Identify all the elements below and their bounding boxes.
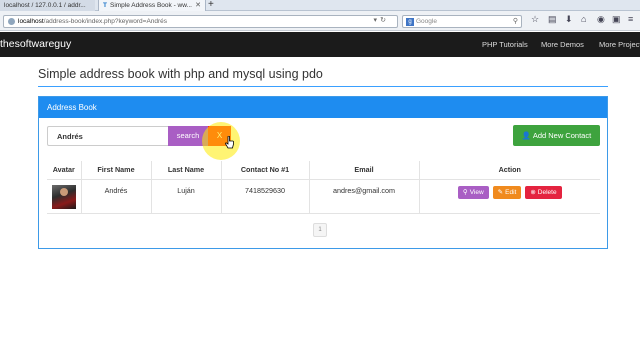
view-button[interactable]: ⚲ View bbox=[457, 185, 489, 199]
url-host: localhost bbox=[18, 18, 44, 25]
star-icon[interactable]: ☆ bbox=[531, 14, 539, 25]
reload-icon[interactable]: ↻ bbox=[380, 16, 386, 24]
panel-heading: Address Book bbox=[39, 97, 607, 118]
contact-cell: 7418529630 bbox=[220, 179, 309, 214]
cursor-highlight bbox=[202, 122, 240, 160]
search-input[interactable] bbox=[47, 126, 169, 146]
new-tab-icon[interactable]: + bbox=[208, 0, 214, 10]
last-name-cell: Luján bbox=[150, 179, 221, 214]
browser-tab-bar: localhost / 127.0.0.1 / addr... T Simple… bbox=[0, 0, 640, 11]
email-cell: andres@gmail.com bbox=[308, 179, 419, 214]
column-header-avatar: Avatar bbox=[47, 161, 81, 180]
nav-php-tutorials[interactable]: PHP Tutorials bbox=[482, 40, 528, 49]
close-tab-icon[interactable]: ✕ bbox=[195, 1, 201, 9]
search-engine-bar[interactable]: g Google ⚲ bbox=[402, 15, 522, 28]
download-icon[interactable]: ⬇ bbox=[565, 14, 573, 25]
avatar-cell bbox=[47, 179, 81, 214]
search-icon[interactable]: ⚲ bbox=[513, 17, 518, 25]
delete-label: Delete bbox=[537, 188, 557, 196]
google-icon: g bbox=[406, 17, 414, 26]
delete-button[interactable]: ⊗ Delete bbox=[525, 185, 562, 199]
column-header-contact: Contact No #1 bbox=[220, 161, 309, 180]
edit-button[interactable]: ✎ Edit bbox=[492, 185, 522, 199]
address-book-panel: Address Book search X 👤 Add New Contact … bbox=[38, 96, 608, 249]
view-label: View bbox=[469, 188, 484, 196]
addon-icon[interactable]: ◉ bbox=[597, 14, 605, 25]
browser-tab-address-book[interactable]: T Simple Address Book - ww... ✕ bbox=[98, 0, 206, 11]
search-icon: ⚲ bbox=[462, 188, 468, 196]
add-contact-label: Add New Contact bbox=[532, 131, 592, 140]
column-header-first-name: First Name bbox=[80, 161, 151, 180]
avatar bbox=[51, 184, 76, 209]
menu-icon[interactable]: ≡ bbox=[628, 14, 633, 24]
column-header-email: Email bbox=[308, 161, 419, 180]
nav-more-projects[interactable]: More Projects bbox=[599, 40, 640, 49]
user-icon: 👤 bbox=[521, 131, 532, 140]
url-bar[interactable]: localhost/address-book/index.php?keyword… bbox=[3, 15, 398, 28]
action-cell: ⚲ View ✎ Edit ⊗ Delete bbox=[418, 179, 600, 214]
delete-icon: ⊗ bbox=[530, 188, 536, 196]
column-header-action: Action bbox=[418, 161, 600, 180]
site-navbar: thesoftwareguy PHP Tutorials More Demos … bbox=[0, 32, 640, 57]
clipboard-icon[interactable]: ▤ bbox=[548, 14, 557, 25]
nav-more-demos[interactable]: More Demos bbox=[541, 40, 584, 49]
site-favicon-icon: T bbox=[103, 2, 107, 9]
column-header-last-name: Last Name bbox=[150, 161, 221, 180]
edit-label: Edit bbox=[505, 188, 517, 196]
tab-label: localhost / 127.0.0.1 / addr... bbox=[4, 2, 86, 9]
tab-label: Simple Address Book - ww... bbox=[109, 2, 192, 9]
edit-icon: ✎ bbox=[497, 188, 504, 196]
brand-logo[interactable]: thesoftwareguy bbox=[0, 38, 71, 50]
extension-icon[interactable]: ▣ bbox=[612, 14, 621, 25]
add-new-contact-button[interactable]: 👤 Add New Contact bbox=[513, 125, 600, 146]
dropdown-icon[interactable]: ▾ bbox=[373, 16, 377, 24]
first-name-cell: Andrés bbox=[80, 179, 151, 214]
title-divider bbox=[38, 86, 608, 87]
table-header-row: Avatar First Name Last Name Contact No #… bbox=[47, 161, 600, 180]
contacts-table: Avatar First Name Last Name Contact No #… bbox=[47, 161, 600, 214]
table-row: Andrés Luján 7418529630 andres@gmail.com… bbox=[47, 179, 600, 214]
url-path: /address-book/index.php?keyword=Andrés bbox=[43, 18, 168, 25]
browser-toolbar: localhost/address-book/index.php?keyword… bbox=[0, 11, 640, 31]
page-title: Simple address book with php and mysql u… bbox=[38, 67, 323, 81]
browser-tab-phpmyadmin[interactable]: localhost / 127.0.0.1 / addr... bbox=[0, 0, 95, 11]
hand-cursor-icon bbox=[225, 136, 234, 149]
search-engine-placeholder: Google bbox=[416, 18, 437, 25]
pagination-page[interactable]: 1 bbox=[313, 223, 327, 237]
home-icon[interactable]: ⌂ bbox=[581, 14, 586, 24]
globe-icon bbox=[8, 18, 15, 25]
